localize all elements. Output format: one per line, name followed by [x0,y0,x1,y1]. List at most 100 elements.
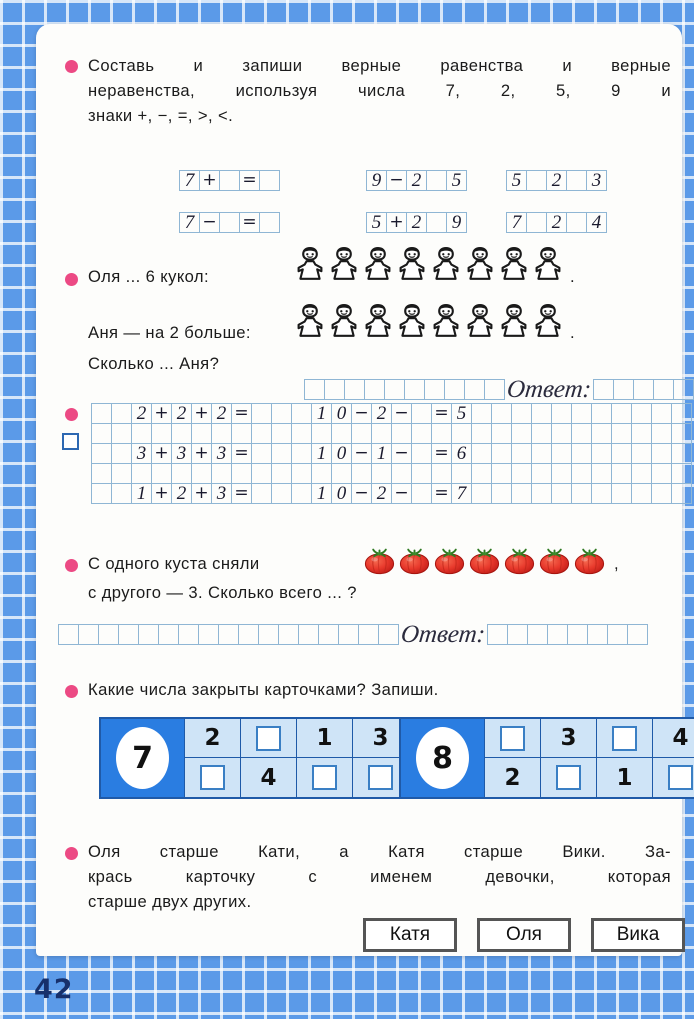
card-8-cell-bottom-1[interactable]: 2 [485,758,540,797]
grid-row[interactable]: 2 +2 +2 = 1 0−2− = 5 [91,403,692,424]
eq-cell[interactable]: = [239,212,260,233]
grid-cell[interactable] [91,443,112,464]
equation-row[interactable]: 7 − = [179,212,280,233]
grid-cell[interactable] [311,423,332,444]
grid-cell[interactable]: 1 [311,443,332,464]
grid-cell[interactable]: 1 [311,403,332,424]
grid-cell[interactable] [251,463,272,484]
grid-cell[interactable] [551,463,572,484]
grid-cell[interactable]: 0 [331,403,352,424]
answer-cell[interactable] [507,624,529,645]
grid-cell[interactable] [271,483,292,504]
eq-cell[interactable]: 7 [506,212,527,233]
eq-cell[interactable] [259,170,280,191]
grid-cell[interactable]: + [191,483,212,504]
eq-cell[interactable] [219,170,240,191]
grid-cell[interactable] [111,483,132,504]
grid-cell[interactable] [651,463,672,484]
grid-cell[interactable] [591,443,612,464]
grid-cell[interactable]: 2 [131,403,152,424]
grid-cell[interactable] [191,423,212,444]
grid-cell[interactable]: 3 [211,443,232,464]
grid-cell[interactable] [211,423,232,444]
answer-cell[interactable] [484,379,505,400]
grid-cell[interactable] [131,463,152,484]
grid-cell[interactable]: 7 [451,483,472,504]
blank-box[interactable] [312,765,337,790]
grid-cell[interactable] [111,443,132,464]
grid-cell[interactable] [271,463,292,484]
grid-cell[interactable] [391,463,412,484]
eq-cell[interactable]: − [386,170,407,191]
eq-cell[interactable]: 2 [546,170,567,191]
grid-cell[interactable] [631,483,652,504]
answer-cell[interactable] [633,379,655,400]
eq-cell[interactable]: 4 [586,212,607,233]
grid-cell[interactable] [111,403,132,424]
grid-cell[interactable]: 2 [371,483,392,504]
answer-cell[interactable] [338,624,359,645]
answer-cell[interactable] [673,379,694,400]
grid-cell[interactable]: 3 [171,443,192,464]
answer-cell[interactable] [567,624,589,645]
answer-cell[interactable] [587,624,609,645]
grid-cell[interactable] [151,463,172,484]
grid-cell[interactable] [571,483,592,504]
answer-cell[interactable] [98,624,119,645]
grid-cell[interactable] [251,423,272,444]
answer-cell[interactable] [607,624,629,645]
grid-cell[interactable] [611,463,632,484]
card-8-cell-bottom-4[interactable] [653,758,694,797]
grid-cell[interactable] [271,403,292,424]
grid-cell[interactable] [91,423,112,444]
eq-cell[interactable]: 2 [406,212,427,233]
card-8-cell-top-1[interactable] [485,719,540,758]
grid-cell[interactable]: − [351,483,372,504]
eq-cell[interactable] [566,212,587,233]
grid-cell[interactable] [371,463,392,484]
grid-row[interactable]: 3 +3 +3 = 1 0−1− = 6 [91,443,692,464]
answer-cell[interactable] [384,379,405,400]
answer-cell[interactable] [464,379,485,400]
grid-cell[interactable] [131,423,152,444]
grid-cell[interactable] [311,463,332,484]
grid-cell[interactable] [371,423,392,444]
grid-cell[interactable] [511,423,532,444]
answer-cell[interactable] [138,624,159,645]
blank-box[interactable] [256,725,281,751]
eq-cell[interactable]: 9 [366,170,387,191]
eq-cell[interactable]: 7 [179,170,200,191]
number-card-8[interactable]: 8 2 3 1 4 [399,717,694,799]
answer-cell[interactable] [424,379,445,400]
answer-cell[interactable] [78,624,99,645]
grid-cell[interactable] [471,423,492,444]
grid-cell[interactable]: 1 [371,443,392,464]
card-7-cell-bottom-2[interactable]: 4 [241,758,296,797]
card-8-cell-top-3[interactable] [597,719,652,758]
grid-cell[interactable] [491,463,512,484]
grid-cell[interactable] [571,463,592,484]
grid-cell[interactable] [231,423,252,444]
answer-cell[interactable] [358,624,379,645]
answer-cell[interactable] [613,379,635,400]
card-8-cell-bottom-2[interactable] [541,758,596,797]
card-8-cell-top-2[interactable]: 3 [541,719,596,758]
grid-cell[interactable] [671,443,692,464]
blank-box[interactable] [668,765,693,790]
eq-cell[interactable] [566,170,587,191]
card-7-cell-top-3[interactable]: 1 [297,719,352,758]
eq-cell[interactable]: + [199,170,220,191]
eq-cell[interactable]: 9 [446,212,467,233]
card-7-cell-bottom-3[interactable] [297,758,352,797]
grid-cell[interactable] [611,483,632,504]
grid-cell[interactable] [91,483,112,504]
grid-cell[interactable]: 5 [451,403,472,424]
grid-row[interactable] [91,423,692,444]
answer-cells-after[interactable] [593,379,694,400]
grid-cell[interactable] [411,443,432,464]
blank-box[interactable] [200,765,225,790]
grid-cell[interactable] [391,423,412,444]
grid-cell[interactable]: = [431,443,452,464]
grid-cell[interactable] [651,423,672,444]
grid-cell[interactable]: + [151,443,172,464]
